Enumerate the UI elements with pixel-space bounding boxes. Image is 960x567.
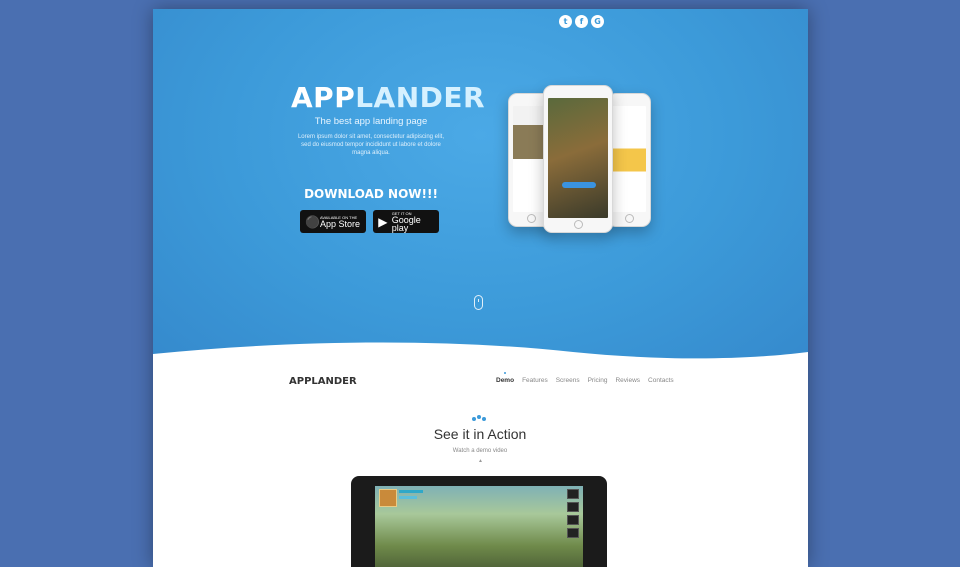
game-avatar-icon [379, 489, 397, 507]
hero-section: t f G APPLANDER The best app landing pag… [153, 9, 808, 369]
hud-control-icon [567, 528, 579, 538]
app-store-button[interactable]: ⚫ AVAILABLE ON THE App Store [300, 210, 366, 233]
hud-control-icon [567, 502, 579, 512]
google-play-label: Google play [391, 215, 421, 233]
download-title: DOWNLOAD NOW!!! [304, 187, 438, 201]
nav-item-reviews[interactable]: Reviews [611, 377, 644, 384]
app-store-label: App Store [320, 219, 361, 229]
phone-screen-center [548, 98, 608, 218]
nav-item-features[interactable]: Features [518, 377, 552, 384]
nav-logo[interactable]: APPLANDER [289, 376, 357, 387]
play-icon: ▶ [378, 214, 388, 229]
google-icon[interactable]: G [591, 15, 604, 28]
section-title: See it in Action [433, 426, 527, 442]
demo-video-screen[interactable] [375, 486, 583, 567]
home-button-icon [527, 214, 536, 223]
main-nav: Demo Features Screens Pricing Reviews Co… [492, 372, 678, 384]
hud-control-icon [567, 515, 579, 525]
phone-mockup-center [543, 85, 613, 233]
phone-screen-button [562, 182, 596, 188]
section-subtitle: Watch a demo video [452, 448, 508, 454]
apple-icon: ⚫ [305, 214, 320, 229]
nav-item-screens[interactable]: Screens [552, 377, 584, 384]
facebook-icon[interactable]: f [575, 15, 588, 28]
twitter-icon[interactable]: t [559, 15, 572, 28]
hud-control-icon [567, 489, 579, 499]
hud-health-bar [399, 490, 423, 493]
hero-title-part1: APP [291, 81, 356, 114]
hero-intro: Lorem ipsum dolor sit amet, consectetur … [297, 134, 445, 156]
hero-title-part2: LANDER [355, 81, 486, 114]
nav-item-demo[interactable]: Demo [492, 372, 518, 384]
landing-page: t f G APPLANDER The best app landing pag… [153, 9, 808, 567]
demo-video-tablet[interactable] [351, 476, 607, 567]
nav-item-contacts[interactable]: Contacts [644, 377, 678, 384]
mouse-scroll-icon[interactable] [474, 295, 483, 310]
social-links: t f G [559, 15, 604, 28]
phone-mockup-right [607, 93, 651, 227]
google-play-button[interactable]: ▶ GET IT ON Google play [373, 210, 439, 233]
home-button-icon [573, 220, 583, 229]
phone-screen-right [612, 106, 646, 212]
section-dots-icon [472, 415, 486, 421]
caret-down-icon: ▲ [478, 458, 483, 464]
hero-wave-divider [153, 342, 808, 384]
nav-item-pricing[interactable]: Pricing [584, 377, 612, 384]
hero-title: APPLANDER [291, 81, 485, 114]
hud-energy-bar [399, 496, 417, 499]
hero-tagline: The best app landing page [314, 116, 428, 127]
home-button-icon [624, 214, 634, 223]
